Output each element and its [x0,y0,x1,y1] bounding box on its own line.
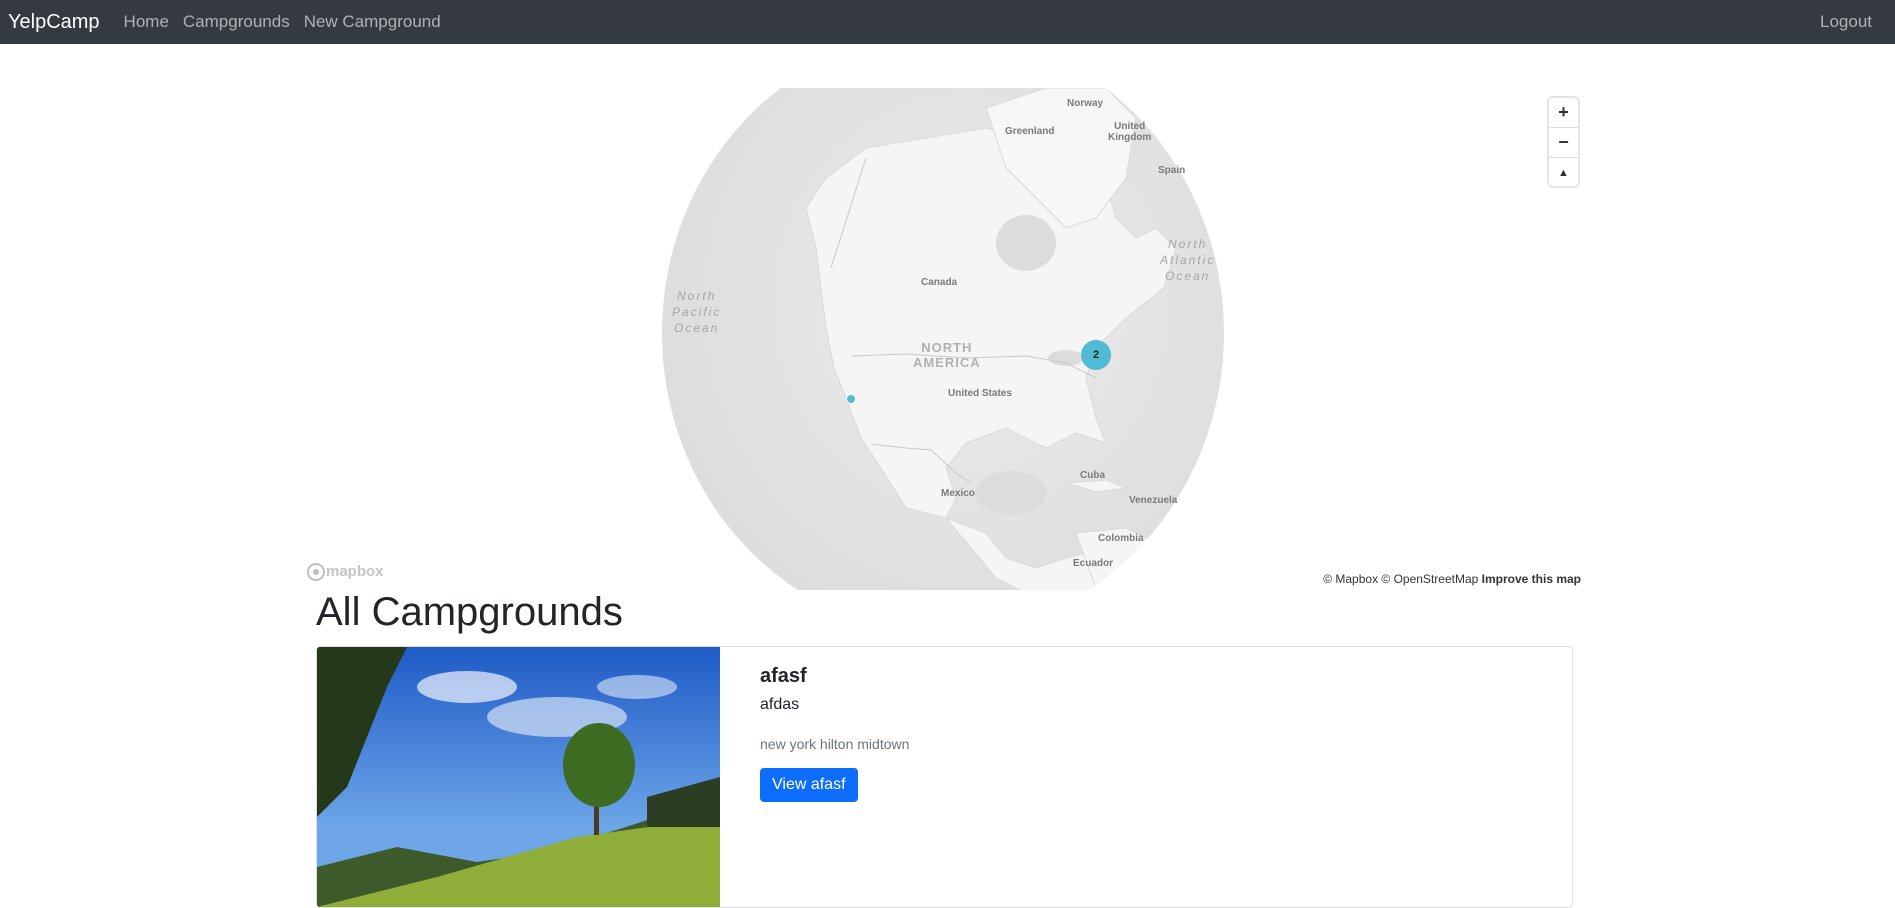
mapbox-logo[interactable]: mapbox [306,561,396,583]
nav-home-link[interactable]: Home [124,12,169,32]
compass-button[interactable]: ▲ [1549,158,1578,187]
label-greenland: Greenland [1005,126,1055,137]
label-canada: Canada [921,277,958,288]
label-norway: Norway [1067,98,1104,109]
campground-card: afasf afdas new york hilton midtown View… [316,646,1573,908]
campground-location: new york hilton midtown [760,736,910,752]
campground-card-body: afasf afdas new york hilton midtown View… [760,665,909,802]
hudson-bay [996,215,1056,271]
attribution-copyright[interactable]: © Mapbox © OpenStreetMap [1323,572,1478,586]
label-colombia: Colombia [1098,533,1144,544]
label-united-kingdom: United Kingdom [1108,121,1152,143]
zoom-out-button[interactable]: − [1549,128,1578,158]
zoom-in-button[interactable]: + [1549,98,1578,128]
great-lakes [1048,350,1084,366]
mapbox-logo-text: mapbox [326,563,384,580]
nav-campgrounds-link[interactable]: Campgrounds [183,12,290,32]
label-north-atlantic-ocean: North Atlantic Ocean [1160,237,1216,283]
map-attribution: © Mapbox © OpenStreetMap Improve this ma… [1321,572,1583,586]
gulf-of-mexico [975,471,1047,515]
nav-new-campground-link[interactable]: New Campground [304,12,441,32]
improve-map-link[interactable]: Improve this map [1482,572,1581,586]
campground-description: afdas [760,696,800,713]
label-venezuela: Venezuela [1129,495,1178,506]
logout-link[interactable]: Logout [1820,12,1872,32]
label-north-pacific-ocean: North Pacific Ocean [672,289,722,335]
label-united-states: United States [948,388,1012,399]
brand-link[interactable]: YelpCamp [8,11,100,34]
map-navigation-controls: + − ▲ [1549,98,1578,186]
label-cuba: Cuba [1080,470,1105,481]
label-north-america: NORTH AMERICA [913,340,981,370]
globe-map [662,88,1224,590]
label-mexico: Mexico [941,488,975,499]
cluster-marker[interactable]: 2 [1081,340,1111,370]
navbar-right: Logout [1820,0,1872,44]
campground-image [317,647,720,907]
label-ecuador: Ecuador [1073,558,1114,569]
campground-title: afasf [760,665,807,687]
view-campground-button[interactable]: View afasf [760,768,858,802]
cluster-map[interactable]: Norway Greenland United Kingdom Spain No… [306,88,1583,590]
page-title: All Campgrounds [316,590,623,634]
navbar: YelpCamp Home Campgrounds New Campground… [0,0,1895,44]
label-spain: Spain [1158,165,1186,176]
campground-point-marker[interactable] [846,394,856,404]
